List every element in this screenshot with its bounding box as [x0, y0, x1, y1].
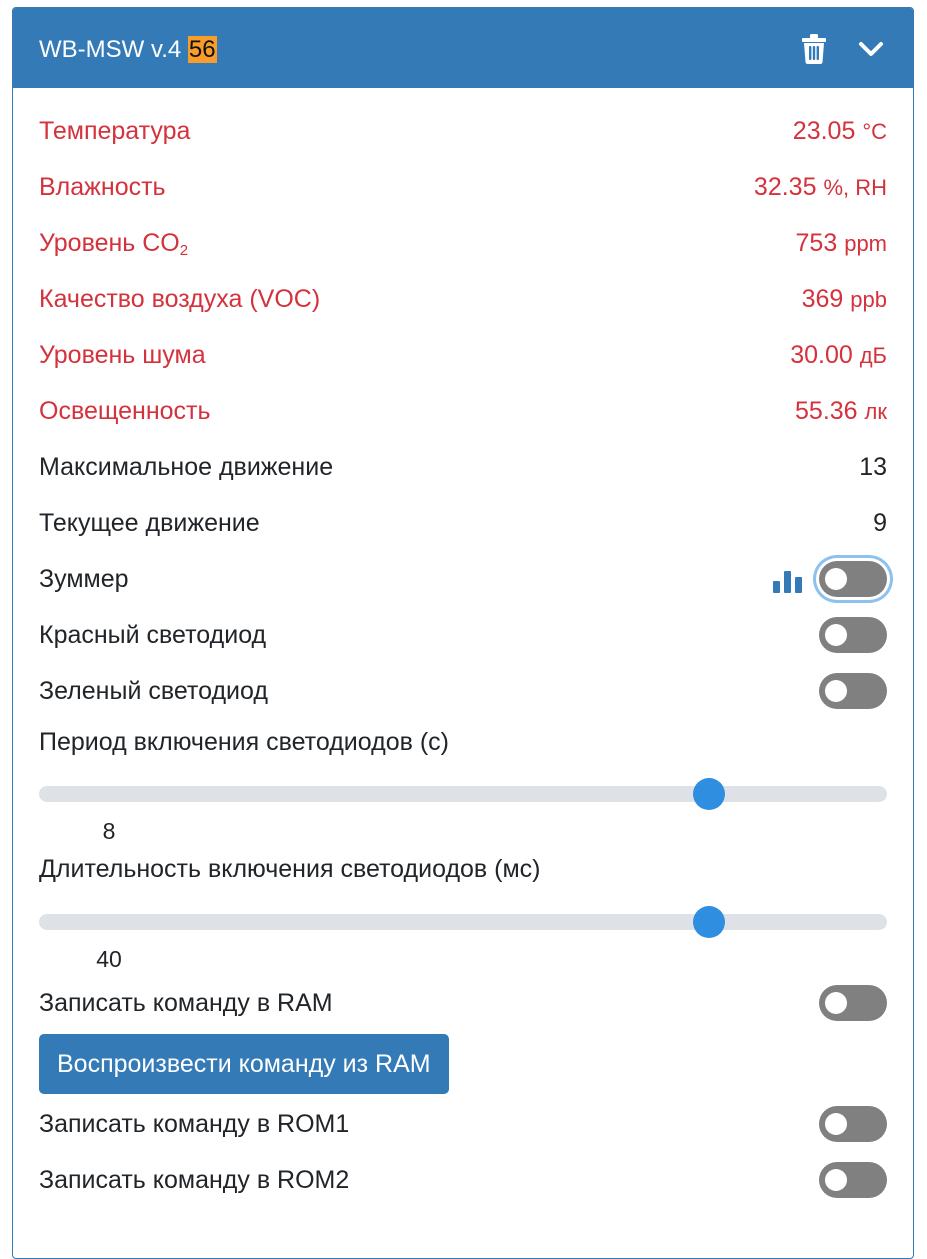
red-led-toggle[interactable] [819, 617, 887, 653]
slider-thumb[interactable] [692, 906, 725, 938]
sensor-unit: ppm [844, 231, 887, 256]
subscript-two: 2 [179, 242, 189, 259]
sensor-value: 30.00 дБ [790, 335, 887, 376]
sensor-unit: °C [862, 119, 887, 144]
motion-label: Текущее движение [39, 509, 260, 537]
switch-label: Зуммер [39, 565, 129, 593]
sensor-value: 753 ppm [796, 223, 887, 264]
sensor-label: Влажность [39, 173, 166, 201]
device-card-header[interactable]: WB-MSW v.4 56 [13, 8, 913, 88]
sensor-value: 55.36 лк [795, 391, 887, 432]
sensor-unit: %, RH [823, 175, 887, 200]
sensor-value-number: 753 [795, 229, 838, 257]
toggle-knob [825, 624, 847, 646]
led-duration-slider[interactable] [39, 906, 887, 938]
switch-label: Зеленый светодиод [39, 677, 268, 705]
led-period-slider[interactable] [39, 778, 887, 810]
sensor-row-co2: Уровень CO2 753 ppm [39, 223, 887, 263]
sensor-unit: лк [864, 399, 887, 424]
sensor-row-voc: Качество воздуха (VOC) 369 ppb [39, 279, 887, 319]
buzzer-toggle[interactable] [819, 561, 887, 597]
switch-label: Записать команду в ROM1 [39, 1110, 350, 1138]
sensor-value: 32.35 %, RH [754, 167, 887, 208]
motion-value: 13 [859, 453, 887, 481]
sensor-row-illuminance: Освещенность 55.36 лк [39, 391, 887, 431]
device-card: WB-MSW v.4 56 Температура 23.05 °C Влажн… [12, 7, 914, 1259]
toggle-knob [825, 1169, 847, 1191]
green-led-toggle[interactable] [819, 673, 887, 709]
sensor-value: 369 ppb [802, 279, 887, 320]
motion-row-max: Максимальное движение 13 [39, 447, 887, 487]
led-period-label: Период включения светодиодов (с) [39, 728, 449, 756]
led-duration-label: Длительность включения светодиодов (мс) [39, 855, 541, 883]
device-title-text: WB-MSW v.4 [39, 36, 188, 63]
sensor-label: Температура [39, 117, 191, 145]
sensor-value-number: 30.00 [790, 341, 853, 369]
sensor-value: 23.05 °C [793, 111, 887, 152]
motion-row-current: Текущее движение 9 [39, 503, 887, 543]
slider-thumb[interactable] [692, 778, 725, 810]
switch-row-buzzer: Зуммер [39, 559, 887, 599]
device-address-highlight: 56 [187, 36, 217, 63]
trash-icon[interactable] [801, 34, 827, 64]
toggle-knob [825, 568, 847, 590]
switch-row-write-ram: Записать команду в RAM [39, 983, 887, 1023]
sensor-value-number: 55.36 [795, 397, 858, 425]
switch-label: Записать команду в RAM [39, 989, 333, 1017]
sensor-row-humidity: Влажность 32.35 %, RH [39, 167, 887, 207]
play-ram-button[interactable]: Воспроизвести команду из RAM [39, 1034, 449, 1094]
bar-chart-icon[interactable] [773, 567, 803, 593]
write-rom1-toggle[interactable] [819, 1106, 887, 1142]
toggle-knob [825, 680, 847, 702]
motion-value: 9 [873, 509, 887, 537]
sensor-label: Качество воздуха (VOC) [39, 285, 321, 313]
sensor-row-temperature: Температура 23.05 °C [39, 111, 887, 151]
led-duration-value: 40 [96, 946, 122, 972]
toggle-knob [825, 992, 847, 1014]
switch-row-write-rom1: Записать команду в ROM1 [39, 1104, 887, 1144]
chevron-down-icon[interactable] [857, 38, 885, 60]
sensor-unit: дБ [859, 343, 887, 368]
sensor-unit: ppb [850, 287, 887, 312]
switch-row-red-led: Красный светодиод [39, 615, 887, 655]
sensor-value-number: 23.05 [792, 117, 856, 145]
sensor-value-number: 32.35 [753, 173, 817, 201]
switch-row-green-led: Зеленый светодиод [39, 671, 887, 711]
switch-row-write-rom2: Записать команду в ROM2 [39, 1160, 887, 1200]
device-title: WB-MSW v.4 56 [39, 36, 217, 64]
sensor-label: Уровень шума [39, 341, 206, 369]
sensor-row-noise: Уровень шума 30.00 дБ [39, 335, 887, 375]
motion-label: Максимальное движение [39, 453, 334, 481]
sensor-label: Освещенность [39, 397, 211, 425]
toggle-knob [825, 1113, 847, 1135]
switch-label: Записать команду в ROM2 [39, 1166, 350, 1194]
led-period-value: 8 [102, 818, 116, 844]
sensor-label-text: Уровень CO [39, 229, 180, 257]
write-ram-toggle[interactable] [819, 985, 887, 1021]
switch-label: Красный светодиод [39, 621, 267, 649]
sensor-value-number: 369 [801, 285, 844, 313]
write-rom2-toggle[interactable] [819, 1162, 887, 1198]
sensor-label: Уровень CO2 [39, 223, 188, 267]
